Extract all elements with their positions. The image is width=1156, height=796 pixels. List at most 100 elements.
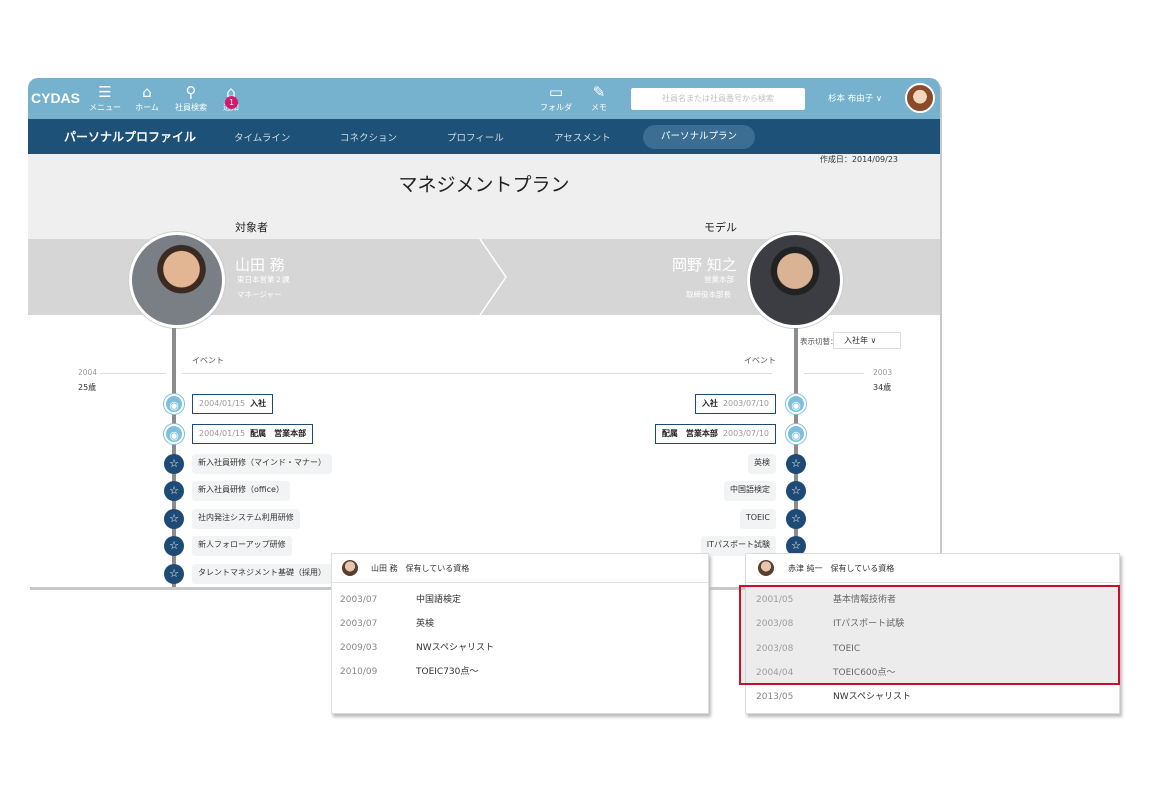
event-date: 2004/01/15 — [199, 399, 246, 408]
left-event-7[interactable]: タレントマネジメント基礎（採用） — [192, 564, 332, 584]
right-event-3[interactable]: 英検 — [748, 454, 776, 474]
model-role: 取締役本部長 — [686, 290, 731, 299]
qualification-year: 2003/07 — [340, 595, 378, 605]
card-title: 山田 務 保有している資格 — [371, 564, 470, 573]
event-label: 入社 — [701, 399, 718, 408]
top-bar: CYDAS ☰ メニュー ⌂ ホーム ⚲ 社員検索 ⌂1通知 ▭ フォルダ ✎ メモ 社員… — [28, 78, 940, 119]
user-menu[interactable]: 杉本 布由子 ∨ — [828, 92, 882, 104]
star-icon: ☆ — [164, 481, 184, 501]
left-event-5[interactable]: 社内発注システム利用研修 — [192, 509, 300, 529]
menu-label: メニュー — [89, 103, 121, 112]
display-switch-label: 表示切替： — [800, 337, 838, 346]
event-date: 2004/01/15 — [199, 429, 246, 438]
card-header: 山田 務 保有している資格 — [332, 554, 708, 583]
target-qualifications-card: 山田 務 保有している資格 2003/07 中国語検定 2003/07 英検 200… — [331, 553, 709, 714]
star-icon: ☆ — [786, 481, 806, 501]
avatar — [342, 560, 358, 576]
qualification-name: NWスペシャリスト — [416, 643, 495, 653]
tab-assessment[interactable]: アセスメント — [554, 130, 611, 144]
event-date: 2003/07/10 — [722, 399, 769, 408]
notification-button[interactable]: ⌂1通知 — [214, 83, 248, 113]
tab-profile[interactable]: プロフィール — [447, 130, 504, 144]
star-icon: ☆ — [164, 564, 184, 584]
employee-search-input[interactable]: 社員名または社員番号から検索 — [631, 88, 805, 110]
memo-icon: ✎ — [592, 83, 606, 101]
search-icon: ⚲ — [185, 83, 197, 101]
model-name: 岡野 知之 — [672, 256, 737, 274]
left-event-header: イベント — [192, 356, 224, 365]
event-label: 入社 — [250, 399, 267, 408]
right-event-5[interactable]: TOEIC — [739, 509, 776, 529]
list-item: 2003/07 中国語検定 — [332, 588, 708, 612]
card-header: 赤津 純一 保有している資格 — [746, 554, 1119, 583]
employee-search-label: 社員検索 — [175, 103, 207, 112]
nav-title: パーソナルプロファイル — [64, 130, 197, 144]
left-year-rule — [100, 373, 166, 374]
qualification-year: 2003/07 — [340, 619, 378, 629]
right-event-header: イベント — [744, 356, 776, 365]
timeline-rule — [182, 373, 772, 374]
list-item: 2009/03 NWスペシャリスト — [332, 636, 708, 660]
avatar — [758, 560, 774, 576]
memo-button[interactable]: ✎ メモ — [582, 83, 616, 113]
left-event-2[interactable]: 2004/01/15 配属 営業本部 — [192, 424, 314, 444]
right-event-2[interactable]: 配属 営業本部 2003/07/10 — [654, 424, 776, 444]
target-name: 山田 務 — [235, 256, 285, 274]
right-age: 34歳 — [873, 383, 892, 392]
tab-personal-plan[interactable]: パーソナルプラン — [643, 125, 756, 149]
highlight-box — [739, 585, 1120, 685]
folder-label: フォルダ — [540, 103, 572, 112]
pin-icon: ◉ — [786, 424, 806, 444]
list-item: 2003/07 英検 — [332, 612, 708, 636]
star-icon: ☆ — [786, 509, 806, 529]
model-dept: 営業本部 — [704, 275, 734, 284]
employee-search-button[interactable]: ⚲ 社員検索 — [174, 83, 208, 113]
qualification-name: TOEIC730点～ — [416, 667, 479, 677]
home-button[interactable]: ⌂ ホーム — [130, 83, 164, 113]
notification-badge: 1 — [225, 96, 238, 109]
star-icon: ☆ — [164, 454, 184, 474]
right-year: 2003 — [873, 368, 893, 377]
app-window: CYDAS ☰ メニュー ⌂ ホーム ⚲ 社員検索 ⌂1通知 ▭ フォルダ ✎ メモ 社員… — [28, 78, 940, 587]
pin-icon: ◉ — [164, 424, 184, 444]
qualification-name: NWスペシャリスト — [833, 692, 912, 702]
star-icon: ☆ — [164, 536, 184, 556]
target-role: マネージャー — [237, 290, 282, 299]
qualification-name: 中国語検定 — [416, 595, 462, 605]
left-event-1[interactable]: 2004/01/15 入社 — [192, 394, 274, 414]
event-label: 配属 営業本部 — [250, 429, 307, 438]
star-icon: ☆ — [164, 509, 184, 529]
memo-label: メモ — [591, 103, 607, 112]
right-event-4[interactable]: 中国語検定 — [724, 481, 776, 501]
pin-icon: ◉ — [164, 394, 184, 414]
card-title: 赤津 純一 保有している資格 — [788, 564, 895, 573]
display-switch-select[interactable]: 入社年 ∨ — [833, 332, 901, 349]
left-event-6[interactable]: 新人フォローアップ研修 — [192, 536, 292, 556]
profile-nav: パーソナルプロファイル タイムライン コネクション プロフィール アセスメント … — [28, 119, 940, 154]
event-date: 2003/07/10 — [722, 429, 769, 438]
qualification-year: 2009/03 — [340, 643, 378, 653]
menu-button[interactable]: ☰ メニュー — [88, 83, 122, 113]
qualification-year: 2013/05 — [756, 692, 794, 702]
right-year-rule — [804, 373, 864, 374]
folder-button[interactable]: ▭ フォルダ — [539, 83, 573, 113]
right-event-1[interactable]: 入社 2003/07/10 — [694, 394, 776, 414]
qualification-year: 2010/09 — [340, 667, 378, 677]
home-icon: ⌂ — [142, 83, 152, 101]
folder-icon: ▭ — [548, 83, 564, 101]
created-date: 作成日：2014/09/23 — [819, 155, 898, 164]
tab-connection[interactable]: コネクション — [340, 130, 397, 144]
user-avatar[interactable] — [905, 83, 935, 113]
logo: CYDAS — [31, 90, 81, 106]
left-event-3[interactable]: 新入社員研修（マインド・マナー） — [192, 454, 332, 474]
list-item: 2010/09 TOEIC730点～ — [332, 660, 708, 684]
menu-icon: ☰ — [98, 83, 112, 101]
left-event-4[interactable]: 新入社員研修（office） — [192, 481, 290, 501]
chevron-right-icon — [479, 239, 507, 315]
tab-timeline[interactable]: タイムライン — [234, 130, 290, 144]
left-age: 25歳 — [78, 383, 97, 392]
qualification-name: 英検 — [416, 619, 435, 629]
target-label: 対象者 — [235, 221, 268, 234]
model-label: モデル — [704, 221, 737, 234]
star-icon: ☆ — [786, 454, 806, 474]
